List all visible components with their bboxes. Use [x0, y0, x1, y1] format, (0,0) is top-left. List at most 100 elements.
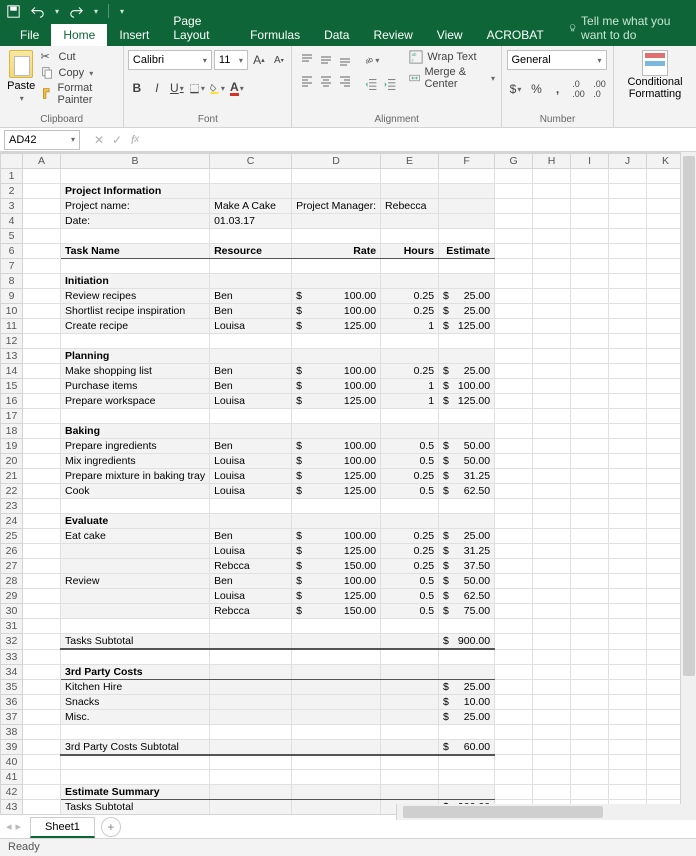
cell[interactable]: Review	[61, 574, 210, 589]
cell[interactable]	[381, 785, 439, 800]
cell[interactable]	[292, 649, 381, 664]
cell[interactable]: 0.25	[381, 364, 439, 379]
cell[interactable]: Kitchen Hire	[61, 679, 210, 694]
cell[interactable]	[439, 169, 495, 184]
cell[interactable]	[609, 364, 647, 379]
cell[interactable]	[647, 319, 685, 334]
cell[interactable]	[495, 274, 533, 289]
cell[interactable]	[23, 454, 61, 469]
sheet-nav-prev-icon[interactable]: ◂	[6, 820, 12, 833]
cell[interactable]	[533, 199, 571, 214]
cell[interactable]	[495, 259, 533, 274]
cell[interactable]	[23, 634, 61, 650]
cell[interactable]: Project Information	[61, 184, 210, 199]
row-header[interactable]: 37	[1, 709, 23, 724]
cell[interactable]	[571, 529, 609, 544]
cell[interactable]	[292, 739, 381, 755]
cell[interactable]	[609, 634, 647, 650]
cell[interactable]	[495, 559, 533, 574]
cell[interactable]	[533, 739, 571, 755]
cell[interactable]	[292, 169, 381, 184]
cell[interactable]	[210, 709, 292, 724]
row-header[interactable]: 3	[1, 199, 23, 214]
cell[interactable]	[61, 499, 210, 514]
cell[interactable]	[609, 409, 647, 424]
cell[interactable]	[647, 574, 685, 589]
row-header[interactable]: 27	[1, 559, 23, 574]
cell[interactable]	[495, 454, 533, 469]
cell[interactable]: Prepare ingredients	[61, 439, 210, 454]
cell[interactable]	[647, 739, 685, 755]
cell[interactable]	[23, 589, 61, 604]
cell[interactable]: 0.25	[381, 304, 439, 319]
cell[interactable]	[571, 379, 609, 394]
row-header[interactable]: 23	[1, 499, 23, 514]
cell[interactable]	[647, 604, 685, 619]
cell[interactable]	[61, 409, 210, 424]
cell[interactable]	[61, 755, 210, 770]
increase-font-button[interactable]: A▴	[250, 50, 268, 70]
cell[interactable]	[571, 755, 609, 770]
cell[interactable]	[647, 454, 685, 469]
cell[interactable]	[61, 649, 210, 664]
row-header[interactable]: 19	[1, 439, 23, 454]
cell[interactable]	[647, 334, 685, 349]
cell[interactable]	[571, 589, 609, 604]
cell[interactable]	[571, 604, 609, 619]
row-header[interactable]: 6	[1, 244, 23, 259]
cell[interactable]	[609, 724, 647, 739]
cell[interactable]	[381, 514, 439, 529]
cell[interactable]: 0.25	[381, 559, 439, 574]
cell[interactable]	[533, 394, 571, 409]
cell[interactable]	[61, 770, 210, 785]
cell[interactable]: Louisa	[210, 454, 292, 469]
cell[interactable]: $100.00	[292, 379, 381, 394]
cell[interactable]	[533, 619, 571, 634]
cell[interactable]	[647, 424, 685, 439]
cell[interactable]: 0.5	[381, 454, 439, 469]
cell[interactable]	[495, 709, 533, 724]
conditional-formatting-button[interactable]: Conditional Formatting	[620, 50, 690, 100]
cell[interactable]	[647, 755, 685, 770]
qat-customize-icon[interactable]: ▾	[120, 7, 124, 16]
cell[interactable]: Estimate	[439, 244, 495, 259]
cell[interactable]	[439, 259, 495, 274]
cell[interactable]	[439, 349, 495, 364]
cell[interactable]	[571, 304, 609, 319]
cell[interactable]	[292, 724, 381, 739]
cell[interactable]	[533, 709, 571, 724]
row-header[interactable]: 29	[1, 589, 23, 604]
cell[interactable]: Prepare workspace	[61, 394, 210, 409]
cell[interactable]	[647, 229, 685, 244]
cell[interactable]	[571, 364, 609, 379]
cell[interactable]	[292, 409, 381, 424]
cell[interactable]: Louisa	[210, 469, 292, 484]
cell[interactable]: Task Name	[61, 244, 210, 259]
cell[interactable]	[571, 319, 609, 334]
cell[interactable]	[609, 394, 647, 409]
cell[interactable]	[609, 619, 647, 634]
cell[interactable]	[381, 274, 439, 289]
cell[interactable]	[23, 319, 61, 334]
cell[interactable]	[439, 334, 495, 349]
cell[interactable]	[23, 379, 61, 394]
cell[interactable]	[609, 349, 647, 364]
font-name-select[interactable]: Calibri▾	[128, 50, 212, 70]
row-header[interactable]: 2	[1, 184, 23, 199]
cell[interactable]: Ben	[210, 529, 292, 544]
cell[interactable]: $31.25	[439, 544, 495, 559]
cell[interactable]: Evaluate	[61, 514, 210, 529]
cell[interactable]: $50.00	[439, 574, 495, 589]
cell[interactable]	[439, 199, 495, 214]
cell[interactable]: Louisa	[210, 394, 292, 409]
cell[interactable]	[23, 800, 61, 815]
cell[interactable]	[495, 184, 533, 199]
cell[interactable]: $62.50	[439, 484, 495, 499]
cell[interactable]: $25.00	[439, 679, 495, 694]
cell[interactable]: $150.00	[292, 559, 381, 574]
cell[interactable]: Prepare mixture in baking tray	[61, 469, 210, 484]
cell[interactable]: Ben	[210, 304, 292, 319]
redo-icon[interactable]	[69, 4, 83, 18]
cell[interactable]	[609, 469, 647, 484]
cell[interactable]	[571, 785, 609, 800]
